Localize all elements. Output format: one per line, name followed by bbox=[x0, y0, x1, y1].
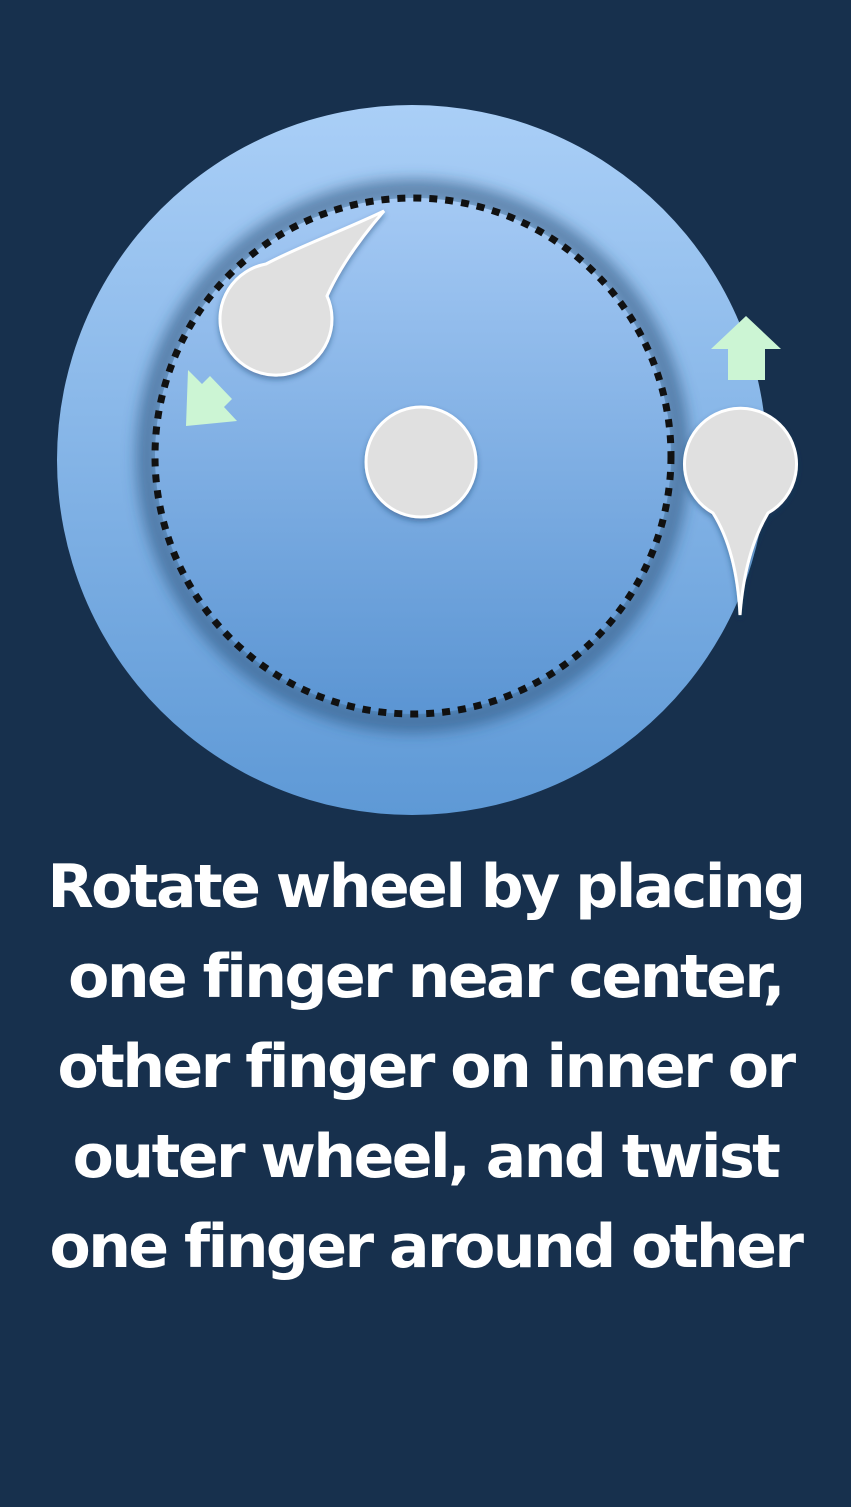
center-finger-icon bbox=[364, 405, 478, 519]
instruction-line: one finger around other bbox=[49, 1212, 805, 1282]
instruction-line: outer wheel, and twist bbox=[72, 1122, 781, 1192]
instruction-text: Rotate wheel by placing one finger near … bbox=[30, 842, 821, 1292]
gesture-illustration: Rotate wheel by placing one finger near … bbox=[0, 0, 851, 1507]
instruction-line: other finger on inner or bbox=[57, 1032, 796, 1102]
instruction-line: Rotate wheel by placing bbox=[47, 852, 806, 922]
rotate-wheel-diagram bbox=[57, 105, 798, 815]
instruction-line: one finger near center, bbox=[68, 942, 785, 1012]
